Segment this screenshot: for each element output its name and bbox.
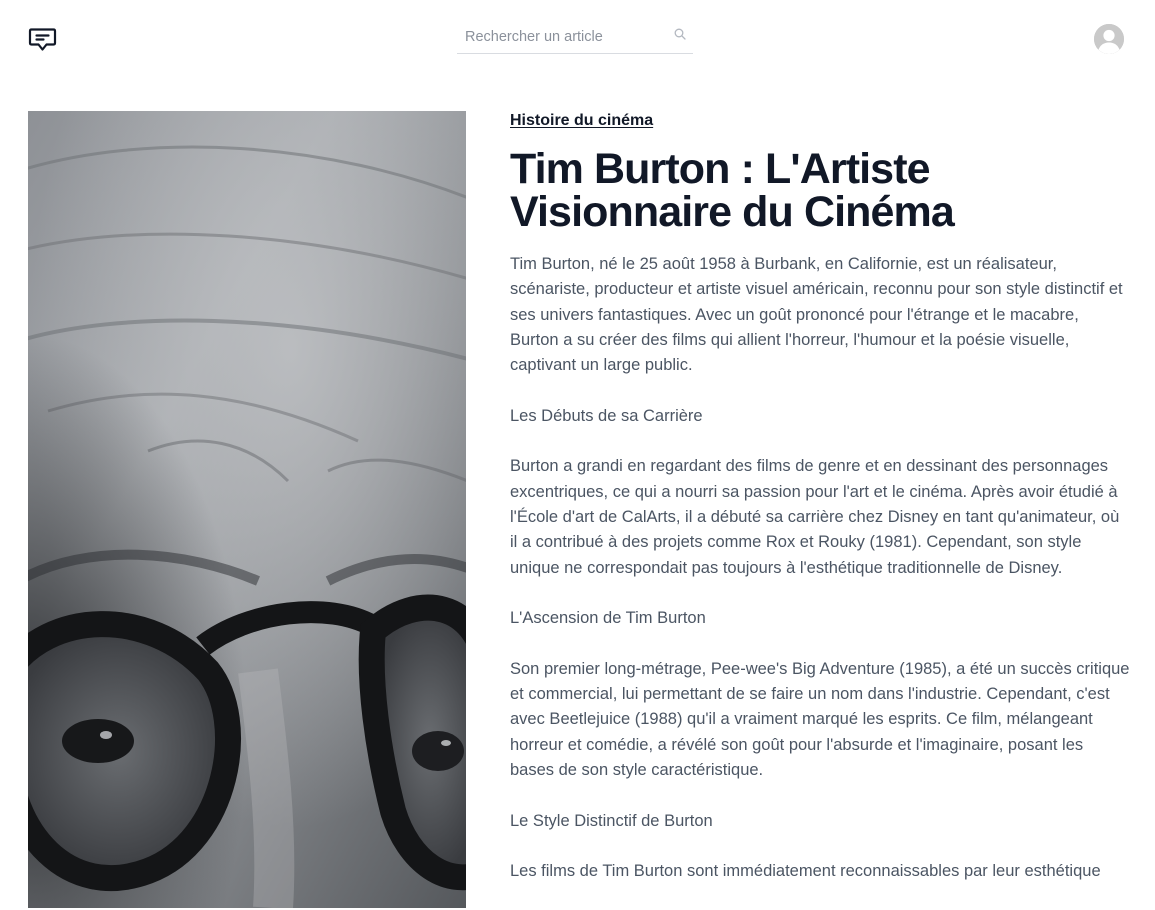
category-link[interactable]: Histoire du cinéma [510,112,653,130]
intro-paragraph: Tim Burton, né le 25 août 1958 à Burbank… [510,255,1123,375]
article: Histoire du cinéma Tim Burton : L'Artist… [510,112,1130,910]
section-heading: Les Débuts de sa Carrière [510,406,703,425]
search-input[interactable] [465,24,665,50]
top-header [0,0,1155,80]
chat-bubble-icon[interactable] [28,26,58,54]
search-bar [457,20,693,54]
section-heading: L'Ascension de Tim Burton [510,609,706,628]
body-paragraph: Les films de Tim Burton sont immédiateme… [510,862,1101,881]
section-heading: Le Style Distinctif de Burton [510,811,713,830]
body-paragraph: Son premier long-métrage, Pee-wee's Big … [510,659,1130,779]
user-avatar-icon[interactable] [1094,24,1124,54]
hero-portrait-image [28,111,466,908]
article-title: Tim Burton : L'Artiste Visionnaire du Ci… [510,145,955,236]
search-icon[interactable] [674,27,686,40]
body-paragraph: Burton a grandi en regardant des films d… [510,457,1120,577]
article-body: Tim Burton, né le 25 août 1958 à Burbank… [510,252,1130,884]
